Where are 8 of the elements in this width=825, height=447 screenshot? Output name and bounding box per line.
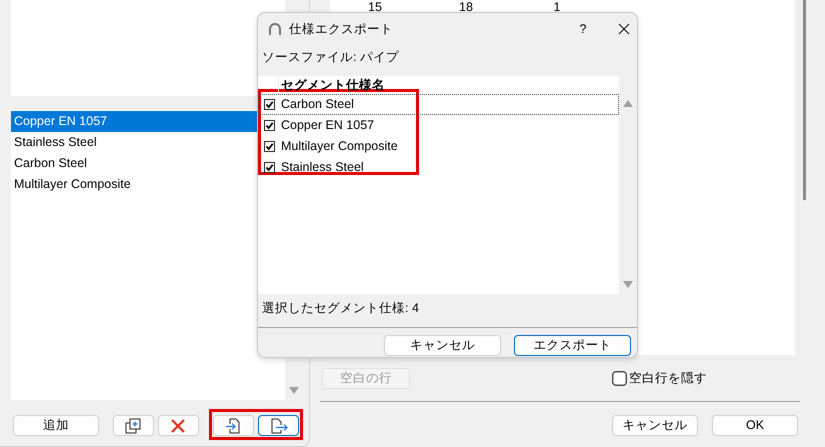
selection-count: 選択したセグメント仕様: 4 bbox=[261, 300, 420, 316]
column-header: セグメント仕様名 bbox=[278, 76, 385, 94]
checkbox-label: 空白行を隠す bbox=[629, 370, 707, 388]
dialog-title: 仕様エクスポート bbox=[289, 20, 393, 38]
source-file-label: ソースファイル: パイプ bbox=[261, 49, 400, 65]
column-number: 1 bbox=[552, 0, 562, 14]
column-number: 15 bbox=[367, 0, 383, 14]
column-number: 18 bbox=[458, 0, 474, 14]
